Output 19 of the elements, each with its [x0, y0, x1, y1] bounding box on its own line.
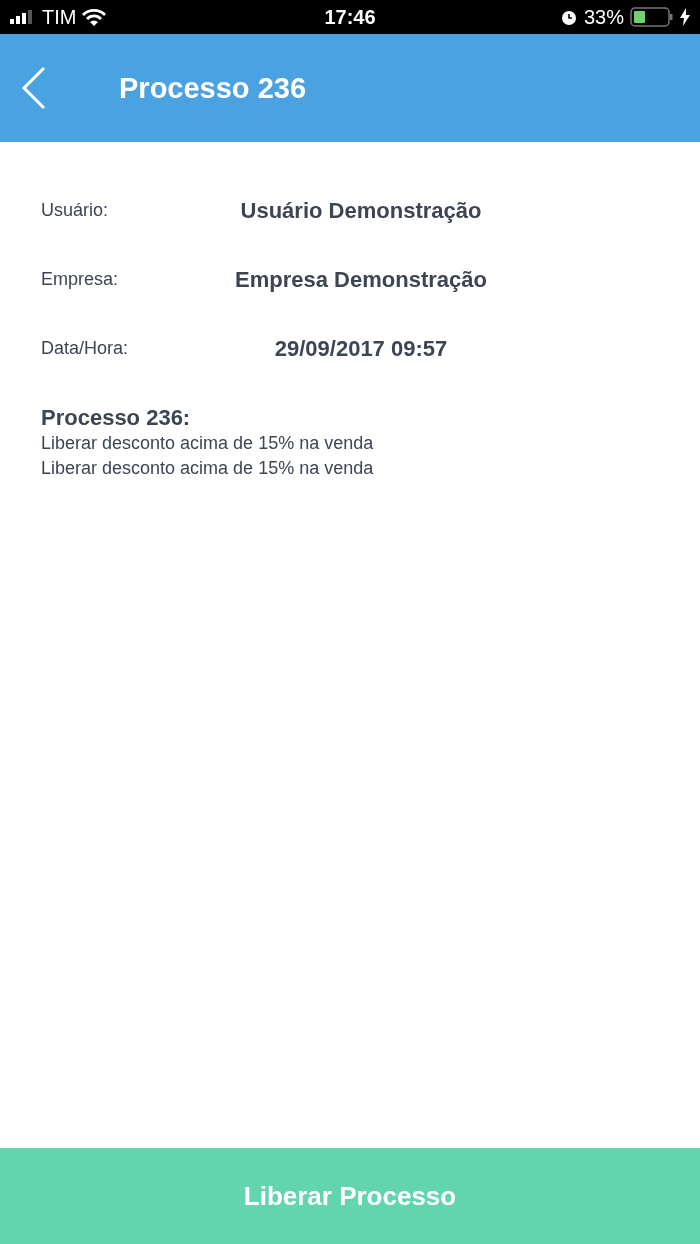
field-label: Data/Hora:	[41, 338, 130, 359]
process-title: Processo 236:	[41, 405, 192, 431]
back-icon[interactable]	[20, 66, 48, 110]
field-label: Usuário:	[41, 200, 110, 221]
field-value: Empresa Demonstração	[234, 266, 488, 293]
field-value: 29/09/2017 09:57	[273, 335, 449, 362]
field-label: Empresa:	[41, 269, 120, 290]
release-button[interactable]: Liberar Processo	[0, 1148, 700, 1244]
screen-title: Processo 236	[119, 71, 306, 105]
process-description: Liberar desconto acima de 15% na venda	[41, 432, 375, 455]
field-value: Usuário Demonstração	[239, 197, 483, 224]
clock-time: 17:46	[323, 5, 377, 29]
battery-percent: 33%	[584, 5, 624, 29]
battery-icon	[630, 7, 674, 27]
alarm-icon	[560, 8, 578, 26]
carrier-name: TIM	[42, 5, 77, 29]
wifi-icon	[82, 8, 107, 26]
process-description: Liberar desconto acima de 15% na venda	[41, 457, 375, 480]
charging-icon	[680, 8, 690, 26]
